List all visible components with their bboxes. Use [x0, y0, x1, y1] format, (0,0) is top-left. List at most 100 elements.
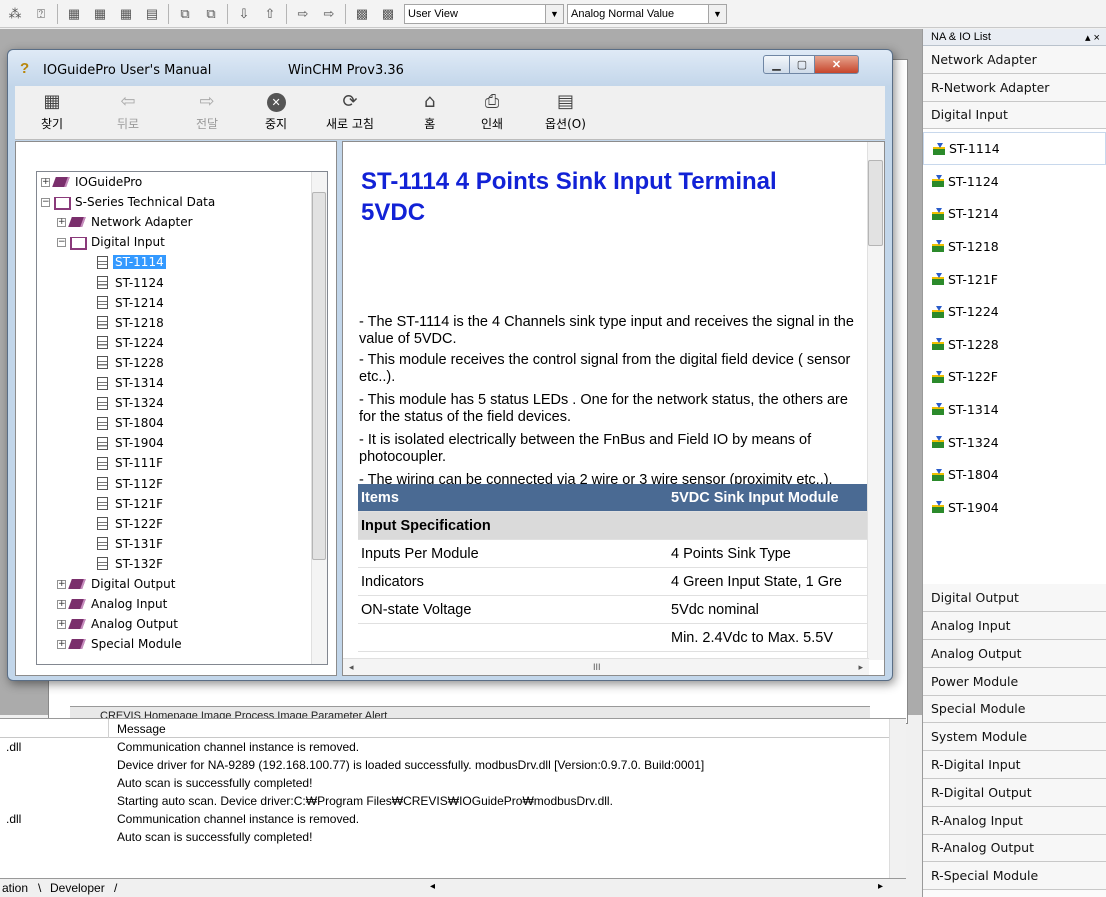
- tree-topic[interactable]: ST-132F: [97, 555, 165, 573]
- column-divider[interactable]: [108, 719, 109, 738]
- tree-topic[interactable]: ST-1904: [97, 434, 166, 452]
- antenna-icon[interactable]: ⁂: [4, 3, 26, 25]
- tree-item[interactable]: + Analog Input: [57, 595, 169, 613]
- chevron-down-icon[interactable]: ▼: [708, 4, 726, 23]
- tree-topic[interactable]: ST-1224: [97, 334, 166, 352]
- category-item[interactable]: Digital Input: [923, 101, 1106, 130]
- connect-icon[interactable]: ⇨: [292, 3, 314, 25]
- tree-item[interactable]: + Analog Output: [57, 615, 180, 633]
- close-icon[interactable]: ▴ ×: [1085, 31, 1100, 44]
- window-titlebar[interactable]: ? IOGuidePro User's Manual WinCHM Prov3.…: [8, 50, 892, 86]
- tree-item[interactable]: + IOGuidePro: [41, 173, 144, 191]
- log-row[interactable]: Starting auto scan. Device driver:C:₩Pro…: [0, 792, 906, 810]
- download-icon[interactable]: ⇩: [233, 3, 255, 25]
- log-tab-application[interactable]: ation: [2, 881, 28, 895]
- category-item[interactable]: Power Module: [923, 667, 1106, 696]
- expand-icon[interactable]: +: [57, 619, 66, 629]
- scroll-thumb[interactable]: [868, 160, 883, 246]
- tree-topic[interactable]: ST-1124: [97, 274, 166, 292]
- copy-icon[interactable]: ⧉: [174, 3, 196, 25]
- tree-item[interactable]: + Special Module: [57, 635, 184, 653]
- expand-icon[interactable]: +: [57, 579, 66, 589]
- category-item[interactable]: R-Network Adapter: [923, 73, 1106, 102]
- options-button[interactable]: ▤ 옵션(O): [545, 89, 586, 132]
- module-item[interactable]: ST-1124: [923, 165, 1106, 198]
- tool-icon-1[interactable]: ▦: [63, 3, 85, 25]
- expand-icon[interactable]: +: [41, 177, 50, 187]
- scroll-right-icon[interactable]: ▸: [878, 881, 883, 892]
- tool-icon-2[interactable]: ▦: [89, 3, 111, 25]
- log-row[interactable]: .dll Communication channel instance is re…: [0, 810, 906, 828]
- topic-horizontal-scrollbar[interactable]: ◂ III ▸: [343, 658, 869, 675]
- log-row[interactable]: Device driver for NA-9289 (192.168.100.7…: [0, 756, 906, 774]
- back-button[interactable]: ⇦ 뒤로: [117, 89, 139, 132]
- category-item[interactable]: R-Analog Input: [923, 806, 1106, 835]
- category-item[interactable]: Digital Output: [923, 584, 1106, 613]
- tree-topic[interactable]: ST-1218: [97, 314, 166, 332]
- topic-scrollbar[interactable]: [867, 142, 884, 660]
- category-item[interactable]: Special Module: [923, 695, 1106, 724]
- category-item[interactable]: R-Digital Output: [923, 778, 1106, 807]
- module-item[interactable]: ST-1314: [923, 393, 1106, 426]
- home-button[interactable]: ⌂ 홈: [424, 89, 435, 132]
- expand-icon[interactable]: +: [57, 217, 66, 227]
- tree-item[interactable]: − S-Series Technical Data: [41, 193, 217, 211]
- category-item[interactable]: System Module: [923, 723, 1106, 752]
- print-button[interactable]: ⎙ 인쇄: [481, 89, 503, 132]
- module-item[interactable]: ST-1228: [923, 328, 1106, 361]
- scroll-thumb[interactable]: [312, 192, 326, 560]
- tree-item[interactable]: + Network Adapter: [57, 213, 195, 231]
- log-row[interactable]: Auto scan is successfully completed!: [0, 774, 906, 792]
- tree-topic[interactable]: ST-1314: [97, 374, 166, 392]
- upload-icon[interactable]: ⇧: [259, 3, 281, 25]
- maximize-button[interactable]: ▢: [789, 55, 815, 74]
- tree-topic[interactable]: ST-1214: [97, 294, 166, 312]
- category-item[interactable]: R-Digital Input: [923, 751, 1106, 779]
- stop-button[interactable]: ✕ 중지: [265, 89, 287, 132]
- tool-icon-3[interactable]: ▦: [115, 3, 137, 25]
- category-item[interactable]: R-Analog Output: [923, 834, 1106, 863]
- paste-icon[interactable]: ⧉: [200, 3, 222, 25]
- help-context-icon[interactable]: ⍰: [30, 3, 52, 25]
- tree-topic[interactable]: ST-1114: [97, 253, 166, 271]
- scroll-right-icon[interactable]: ▸: [858, 662, 863, 673]
- scroll-left-icon[interactable]: ◂: [349, 662, 354, 673]
- expand-icon[interactable]: +: [57, 599, 66, 609]
- log-scrollbar[interactable]: [889, 719, 906, 879]
- tree-item[interactable]: + Digital Output: [57, 575, 177, 593]
- module-item[interactable]: ST-1804: [923, 458, 1106, 491]
- module-item[interactable]: ST-122F: [923, 361, 1106, 394]
- tree-topic[interactable]: ST-1324: [97, 394, 166, 412]
- module-item[interactable]: ST-1224: [923, 295, 1106, 328]
- expand-icon[interactable]: +: [57, 639, 66, 649]
- category-item[interactable]: Network Adapter: [923, 46, 1106, 74]
- hide-tabs-button[interactable]: ▦ 찾기: [41, 89, 63, 132]
- chevron-down-icon[interactable]: ▼: [545, 4, 563, 23]
- log-tab-developer[interactable]: Developer: [50, 881, 105, 895]
- monitor-stop-icon[interactable]: ▩: [377, 3, 399, 25]
- tree-scrollbar[interactable]: [311, 172, 327, 664]
- value-mode-select[interactable]: Analog Normal Value ▼: [567, 3, 727, 24]
- log-row[interactable]: Auto scan is successfully completed!: [0, 828, 906, 846]
- tree-topic[interactable]: ST-131F: [97, 535, 165, 553]
- collapse-icon[interactable]: −: [57, 237, 66, 247]
- log-row[interactable]: .dll Communication channel instance is re…: [0, 738, 906, 756]
- module-item[interactable]: ST-1114: [923, 132, 1106, 165]
- message-column-header[interactable]: Message: [117, 722, 166, 736]
- collapse-icon[interactable]: −: [41, 197, 50, 207]
- forward-button[interactable]: ⇨ 전달: [196, 89, 218, 132]
- module-item[interactable]: ST-1904: [923, 491, 1106, 524]
- category-item[interactable]: R-Special Module: [923, 862, 1106, 891]
- scroll-left-icon[interactable]: ◂: [430, 881, 435, 892]
- module-item[interactable]: ST-1214: [923, 198, 1106, 231]
- refresh-button[interactable]: ⟳ 새로 고침: [326, 89, 374, 132]
- tree-topic[interactable]: ST-112F: [97, 475, 165, 493]
- tree-topic[interactable]: ST-1228: [97, 354, 166, 372]
- minimize-button[interactable]: ▁: [763, 55, 790, 74]
- tree-topic[interactable]: ST-122F: [97, 515, 165, 533]
- close-button[interactable]: ✕: [814, 55, 859, 74]
- tree-topic[interactable]: ST-121F: [97, 495, 165, 513]
- tree-topic[interactable]: ST-1804: [97, 414, 166, 432]
- module-item[interactable]: ST-121F: [923, 263, 1106, 296]
- view-select[interactable]: User View ▼: [404, 3, 564, 24]
